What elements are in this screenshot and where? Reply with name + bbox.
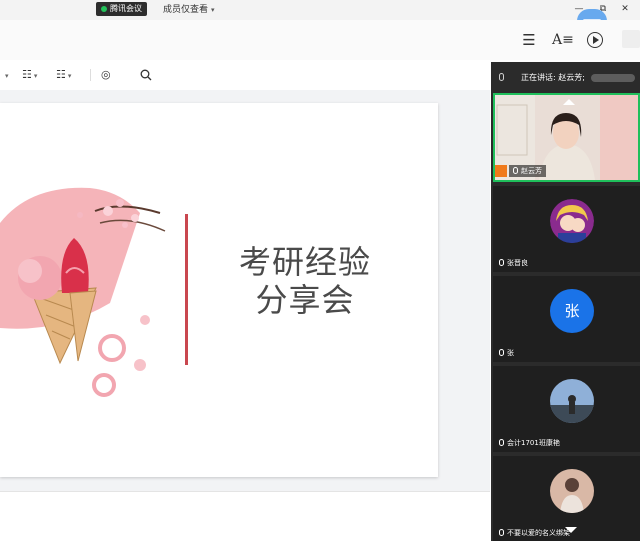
close-button[interactable]: ✕	[618, 2, 632, 16]
scroll-up-icon[interactable]	[563, 99, 575, 105]
scroll-down-icon[interactable]	[565, 527, 577, 533]
mic-icon	[499, 73, 504, 81]
font-format-icon[interactable]: A≡	[552, 30, 574, 50]
slide-title-line-1: 考研经验	[238, 243, 371, 281]
participant-name: 赵云芳	[509, 165, 546, 177]
toolbar-divider	[90, 69, 91, 81]
video-panel: 正在讲话: 赵云芳; 赵云芳 张晋良 张 张 会计1701班康艳 不要以爱的名义…	[491, 62, 640, 541]
numbered-list-button[interactable]: ☷ ▾	[56, 67, 71, 83]
search-icon	[140, 69, 152, 81]
search-button[interactable]	[140, 67, 152, 83]
video-tile-active[interactable]: 赵云芳	[493, 93, 640, 182]
play-icon[interactable]	[587, 32, 603, 48]
side-toggle-button[interactable]	[622, 30, 640, 48]
bullet-list-icon: ☷	[22, 68, 32, 81]
slide-notes-area[interactable]	[0, 491, 490, 541]
speaking-label: 正在讲话: 赵云芳;	[521, 73, 585, 82]
meeting-window: 腾讯会议 成员仅查看 ▾ — ⧉ ✕ ☰ A≡ ▾ ☷ ▾ ☷ ▾ ◎ 考研经验…	[0, 0, 640, 541]
slide-canvas: 考研经验 分享会	[0, 90, 490, 541]
title-bar: 腾讯会议 成员仅查看 ▾ — ⧉ ✕	[0, 0, 640, 20]
speaking-indicator: 正在讲话: 赵云芳;	[491, 67, 640, 89]
app-header: ☰ A≡	[0, 20, 640, 60]
participant-name: 张	[499, 348, 514, 358]
avatar	[550, 379, 594, 423]
participant-name: 张晋良	[499, 258, 528, 268]
video-tile[interactable]: 张 张	[493, 276, 640, 362]
view-mode-label: 成员仅查看	[163, 5, 209, 15]
format-toolbar: ▾ ☷ ▾ ☷ ▾ ◎	[0, 62, 490, 88]
caret-dropdown[interactable]: ▾	[3, 67, 9, 83]
participant-name: 会计1701班康艳	[499, 438, 560, 448]
video-tile[interactable]: 张晋良	[493, 186, 640, 272]
meeting-app-badge[interactable]: 腾讯会议	[96, 2, 147, 16]
avatar: 张	[550, 289, 594, 333]
blurred-content	[591, 74, 635, 82]
meeting-app-name: 腾讯会议	[110, 4, 142, 13]
status-dot-icon	[101, 5, 107, 12]
avatar	[550, 199, 594, 243]
shape-button[interactable]: ◎	[101, 67, 111, 83]
slide-title: 考研经验 分享会	[200, 243, 410, 319]
slide[interactable]: 考研经验 分享会	[0, 103, 438, 477]
shape-icon: ◎	[101, 68, 111, 81]
video-tile[interactable]: 会计1701班康艳	[493, 366, 640, 452]
participant-name: 不要以爱的名义绑架	[499, 528, 570, 538]
chevron-down-icon: ▾	[211, 6, 215, 14]
host-badge-icon	[495, 165, 507, 177]
view-mode-dropdown[interactable]: 成员仅查看 ▾	[163, 3, 215, 17]
accent-divider	[185, 214, 188, 365]
menu-icon[interactable]: ☰	[519, 30, 539, 50]
numbered-list-icon: ☷	[56, 68, 66, 81]
avatar	[550, 469, 594, 513]
bullet-list-button[interactable]: ☷ ▾	[22, 67, 37, 83]
slide-title-line-2: 分享会	[255, 281, 355, 319]
ice-cream-illustration	[0, 187, 166, 397]
